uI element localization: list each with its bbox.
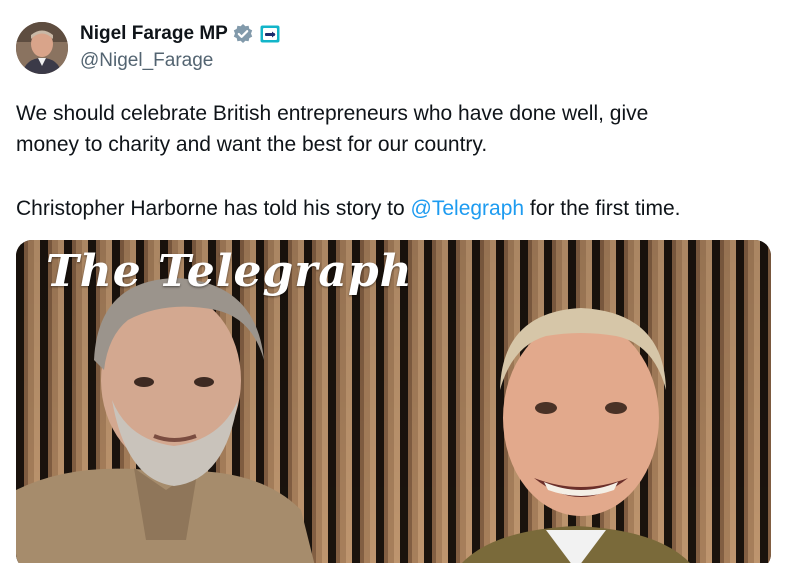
author-name-row: Nigel Farage MP (80, 22, 280, 46)
user-handle[interactable]: @Nigel_Farage (80, 50, 213, 72)
tweet-media-image[interactable]: The Telegraph (16, 240, 771, 563)
display-name[interactable]: Nigel Farage MP (80, 23, 228, 45)
avatar-photo (16, 22, 68, 74)
telegraph-masthead: The Telegraph (46, 246, 413, 297)
tweet: Nigel Farage MP @Nigel_Farage We should … (0, 0, 788, 563)
tweet-line: We should celebrate British entrepreneur… (16, 102, 649, 125)
tweet-text-prefix: Christopher Harborne has told his story … (16, 197, 411, 220)
avatar[interactable] (16, 22, 68, 74)
verified-badge-icon[interactable] (232, 23, 254, 45)
affiliation-badge-icon[interactable] (260, 25, 280, 43)
tweet-line: Christopher Harborne has told his story … (16, 193, 776, 224)
tweet-line: money to charity and want the best for o… (16, 133, 488, 156)
tweet-text: We should celebrate British entrepreneur… (16, 98, 776, 224)
tweet-text-suffix: for the first time. (524, 197, 681, 220)
mention-link[interactable]: @Telegraph (411, 197, 525, 220)
